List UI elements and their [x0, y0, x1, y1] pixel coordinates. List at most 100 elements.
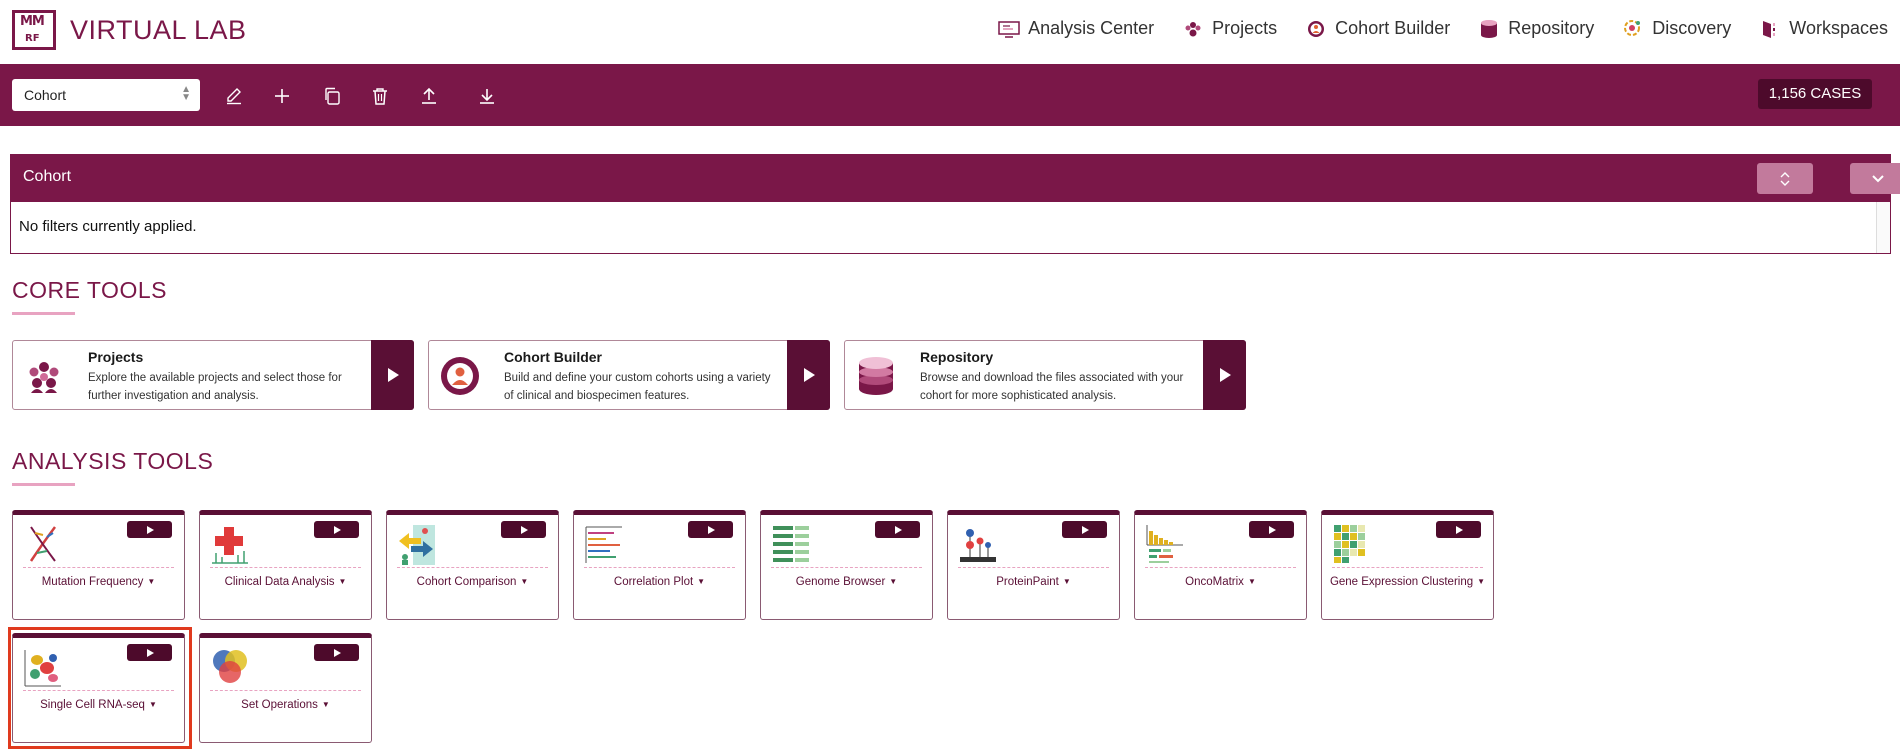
caret-down-icon: ▼ — [1247, 577, 1256, 586]
analysis-tools-heading: ANALYSIS TOOLS — [12, 448, 214, 474]
open-gene-expression-clustering-button[interactable] — [1436, 521, 1481, 538]
card-divider — [771, 567, 922, 568]
main-nav: Analysis Center Projects Cohort Builder … — [970, 18, 1900, 39]
caret-down-icon: ▼ — [338, 577, 347, 586]
cohort-panel-scrollbar[interactable] — [1876, 202, 1890, 253]
tool-menu-mutation-frequency[interactable]: Mutation Frequency ▼ — [13, 576, 184, 588]
core-card-description: Explore the available projects and selec… — [88, 372, 342, 402]
open-clinical-data-analysis-button[interactable] — [314, 521, 359, 538]
delete-icon — [373, 88, 387, 105]
caret-down-icon: ▼ — [520, 577, 529, 586]
correlation-plot-icon — [585, 526, 622, 563]
nav-analysis-center[interactable]: Analysis Center — [998, 18, 1154, 39]
core-card-title: Cohort Builder — [504, 349, 602, 365]
tool-menu-clinical-data-analysis[interactable]: Clinical Data Analysis ▼ — [200, 576, 371, 588]
analysis-card-set-operations[interactable]: Set Operations ▼ — [199, 633, 372, 743]
tool-menu-genome-browser[interactable]: Genome Browser ▼ — [761, 576, 932, 588]
analysis-card-oncomatrix[interactable]: OncoMatrix ▼ — [1134, 510, 1307, 620]
upload-cohort-button[interactable] — [417, 84, 441, 108]
mmrf-logo[interactable]: MM RF VIRTUAL LAB — [12, 10, 247, 50]
analysis-card-mutation-frequency[interactable]: Mutation Frequency ▼ — [12, 510, 185, 620]
nav-label: Repository — [1508, 18, 1595, 38]
cohort-select[interactable]: Cohort ▲ ▼ — [12, 79, 200, 111]
toggle-cohort-panel-button[interactable] — [1850, 163, 1900, 194]
tool-menu-proteinpaint[interactable]: ProteinPaint ▼ — [948, 576, 1119, 588]
proteinpaint-icon — [960, 529, 996, 562]
tool-menu-cohort-comparison[interactable]: Cohort Comparison ▼ — [387, 576, 558, 588]
clinical-cross-icon — [212, 527, 248, 564]
cohort-builder-icon — [1305, 19, 1327, 39]
core-card-repository[interactable]: Repository Browse and download the files… — [844, 340, 1246, 410]
open-proteinpaint-button[interactable] — [1062, 521, 1107, 538]
nav-label: Cohort Builder — [1335, 18, 1451, 38]
edit-icon — [227, 88, 241, 105]
nav-label: Analysis Center — [1028, 18, 1155, 38]
play-icon — [333, 525, 341, 534]
analysis-card-cohort-comparison[interactable]: Cohort Comparison ▼ — [386, 510, 559, 620]
analysis-card-clinical-data-analysis[interactable]: Clinical Data Analysis ▼ — [199, 510, 372, 620]
tool-label: Clinical Data Analysis — [224, 576, 335, 588]
caret-down-icon: ▼ — [1477, 577, 1486, 586]
cohort-filter-panel: Cohort No filters currently applied. — [10, 154, 1900, 254]
play-icon — [1268, 525, 1276, 534]
edit-cohort-button[interactable] — [222, 84, 246, 108]
nav-label: Workspaces — [1789, 18, 1888, 38]
open-repository-button[interactable] — [1203, 340, 1246, 410]
download-cohort-button[interactable] — [475, 84, 499, 108]
tool-menu-oncomatrix[interactable]: OncoMatrix ▼ — [1135, 576, 1306, 588]
tool-menu-gene-expression-clustering[interactable]: Gene Expression Clustering ▼ — [1322, 576, 1493, 588]
tool-label: OncoMatrix — [1185, 576, 1244, 588]
cohort-panel-body: No filters currently applied. — [11, 202, 1890, 253]
expand-collapse-filters-button[interactable] — [1757, 163, 1813, 194]
selection-highlight — [8, 627, 192, 749]
analysis-card-gene-expression-clustering[interactable]: Gene Expression Clustering ▼ — [1321, 510, 1494, 620]
projects-icon — [1182, 19, 1204, 39]
download-icon — [480, 89, 494, 104]
card-divider — [584, 567, 735, 568]
caret-down-icon: ▼ — [1062, 577, 1071, 586]
nav-cohort-builder[interactable]: Cohort Builder — [1305, 18, 1450, 39]
cohort-panel-header: Cohort — [11, 155, 1900, 202]
open-cohort-builder-button[interactable] — [787, 340, 830, 410]
play-icon — [1455, 525, 1463, 534]
logo-text: VIRTUAL LAB — [70, 14, 247, 45]
caret-down-icon: ▼ — [697, 577, 706, 586]
core-card-cohort-builder[interactable]: Cohort Builder Build and define your cus… — [428, 340, 830, 410]
analysis-card-genome-browser[interactable]: Genome Browser ▼ — [760, 510, 933, 620]
core-card-description: Browse and download the files associated… — [920, 372, 1184, 402]
core-card-projects[interactable]: Projects Explore the available projects … — [12, 340, 414, 410]
delete-cohort-button[interactable] — [368, 84, 392, 108]
play-icon — [333, 648, 341, 657]
play-icon — [707, 525, 715, 534]
nav-discovery[interactable]: Discovery — [1622, 18, 1731, 39]
nav-repository[interactable]: Repository — [1478, 18, 1594, 39]
nav-projects[interactable]: Projects — [1182, 18, 1277, 39]
open-projects-button[interactable] — [371, 340, 414, 410]
analysis-card-correlation-plot[interactable]: Correlation Plot ▼ — [573, 510, 746, 620]
open-set-operations-button[interactable] — [314, 644, 359, 661]
open-oncomatrix-button[interactable] — [1249, 521, 1294, 538]
nav-workspaces[interactable]: Workspaces — [1759, 18, 1888, 39]
open-mutation-frequency-button[interactable] — [127, 521, 172, 538]
select-chevron-icon: ▲ ▼ — [181, 84, 191, 103]
open-cohort-comparison-button[interactable] — [501, 521, 546, 538]
tool-menu-correlation-plot[interactable]: Correlation Plot ▼ — [574, 576, 745, 588]
tool-menu-set-operations[interactable]: Set Operations ▼ — [200, 699, 371, 711]
card-divider — [1332, 567, 1483, 568]
copy-cohort-button[interactable] — [320, 84, 344, 108]
repository-icon — [859, 357, 893, 395]
add-cohort-button[interactable] — [270, 84, 294, 108]
analysis-center-icon — [998, 19, 1020, 39]
repository-icon — [1478, 19, 1500, 39]
cohort-toolbar: Cohort ▲ ▼ 1,156 CASES — [0, 64, 1900, 126]
play-icon — [894, 525, 902, 534]
genome-browser-icon — [773, 526, 809, 562]
card-divider — [397, 567, 548, 568]
analysis-card-proteinpaint[interactable]: ProteinPaint ▼ — [947, 510, 1120, 620]
core-card-title: Repository — [920, 349, 994, 365]
open-correlation-plot-button[interactable] — [688, 521, 733, 538]
tool-label: Mutation Frequency — [41, 576, 144, 588]
workspaces-icon — [1759, 19, 1781, 39]
core-tools-underline — [12, 312, 75, 315]
open-genome-browser-button[interactable] — [875, 521, 920, 538]
